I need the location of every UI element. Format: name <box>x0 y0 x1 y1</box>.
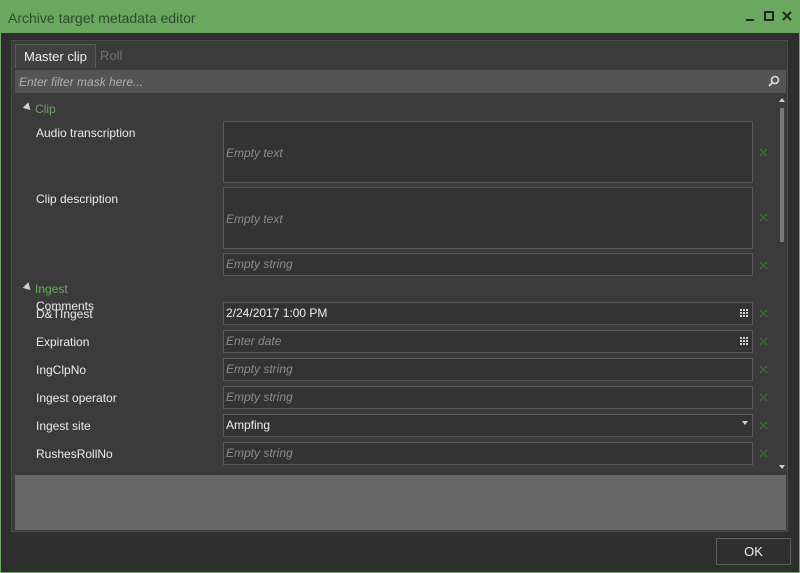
field-label-audio-transcription: Audio transcription <box>36 126 136 140</box>
scroll-up-icon[interactable] <box>779 98 785 102</box>
field-placeholder: Empty string <box>226 362 293 376</box>
vertical-scrollbar[interactable] <box>778 96 786 474</box>
field-label-clip-description: Clip description <box>36 192 119 206</box>
field-placeholder: Empty string <box>226 446 293 460</box>
ingest-site-select[interactable]: Ampfing <box>223 414 753 437</box>
tab-master-clip[interactable]: Master clip <box>15 44 96 68</box>
filter-bar <box>15 70 786 93</box>
close-icon[interactable] <box>780 9 794 23</box>
field-label-ingest-site: Ingest site <box>36 419 91 433</box>
scrollbar-thumb[interactable] <box>780 108 784 242</box>
field-label-ingclpno: IngClpNo <box>36 363 87 377</box>
window-title: Archive target metadata editor <box>8 10 196 26</box>
field-placeholder: Empty text <box>226 212 283 226</box>
modified-indicator-icon <box>759 421 768 430</box>
calendar-icon[interactable] <box>739 308 749 318</box>
property-grid: Clip Audio transcription Empty text Clip… <box>15 96 786 474</box>
title-bar[interactable]: Archive target metadata editor <box>1 1 799 33</box>
ok-button[interactable]: OK <box>716 538 791 565</box>
audio-transcription-field[interactable]: Empty text <box>223 121 753 183</box>
group-label: Ingest <box>35 282 68 296</box>
editor-panel: Master clip Roll Clip Audio transcriptio… <box>11 40 788 532</box>
field-label-ingest-operator: Ingest operator <box>36 391 117 405</box>
expiration-field[interactable]: Enter date <box>223 330 753 353</box>
chevron-down-icon[interactable] <box>742 421 748 425</box>
calendar-icon[interactable] <box>739 336 749 346</box>
field-label-expiration: Expiration <box>36 335 90 349</box>
search-icon[interactable] <box>767 74 781 88</box>
ingclpno-field[interactable]: Empty string <box>223 358 753 381</box>
field-value: 2/24/2017 1:00 PM <box>226 306 328 320</box>
field-label-rushesrollno: RushesRollNo <box>36 447 113 461</box>
group-label: Clip <box>35 102 56 116</box>
expand-triangle-icon[interactable] <box>22 102 34 113</box>
minimize-icon[interactable] <box>743 9 757 23</box>
modified-indicator-icon <box>759 148 768 157</box>
filter-input[interactable] <box>15 70 760 93</box>
ingest-operator-field[interactable]: Empty string <box>223 386 753 409</box>
field-label-dt-ingest: D&TIngest <box>36 307 93 321</box>
field-value: Ampfing <box>226 418 271 432</box>
rushesrollno-field[interactable]: Empty string <box>223 442 753 465</box>
modified-indicator-icon <box>759 449 768 458</box>
dt-ingest-field[interactable]: 2/24/2017 1:00 PM <box>223 302 753 325</box>
modified-indicator-icon <box>759 213 768 222</box>
tab-roll[interactable]: Roll <box>92 44 130 68</box>
field-placeholder: Empty string <box>226 257 293 271</box>
expand-triangle-icon[interactable] <box>22 282 34 293</box>
scroll-down-icon[interactable] <box>779 465 785 469</box>
field-placeholder: Empty text <box>226 146 283 160</box>
modified-indicator-icon <box>759 261 768 270</box>
comments-field[interactable]: Empty string <box>223 253 753 276</box>
modified-indicator-icon <box>759 393 768 402</box>
modified-indicator-icon <box>759 337 768 346</box>
clip-description-field[interactable]: Empty text <box>223 187 753 249</box>
maximize-icon[interactable] <box>762 9 776 23</box>
modified-indicator-icon <box>759 365 768 374</box>
modified-indicator-icon <box>759 309 768 318</box>
field-placeholder: Empty string <box>226 390 293 404</box>
description-area <box>15 475 786 530</box>
metadata-editor-window: Archive target metadata editor Master cl… <box>0 0 800 573</box>
field-placeholder: Enter date <box>226 334 282 348</box>
